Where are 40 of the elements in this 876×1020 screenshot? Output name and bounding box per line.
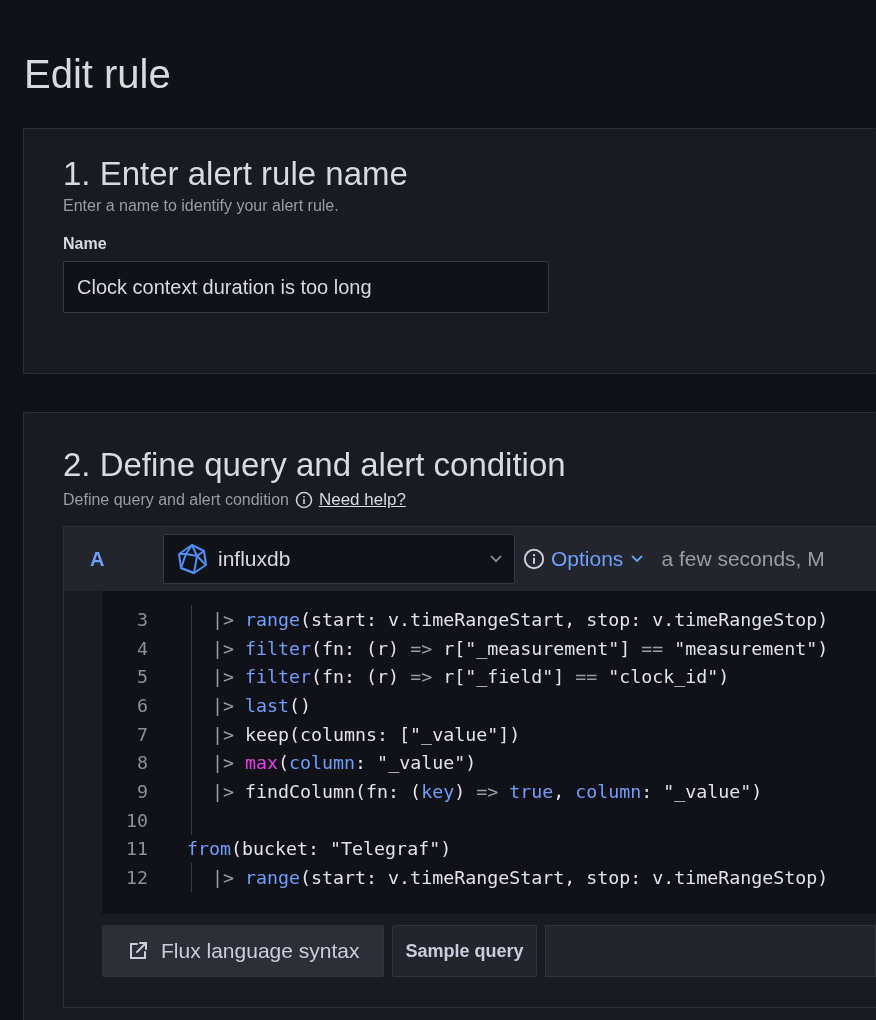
line-number: 10	[125, 809, 148, 831]
code-line: |> findColumn(fn: (key) => true, column: "_value")	[212, 780, 763, 802]
chevron-down-icon	[490, 555, 502, 563]
line-number: 11	[125, 838, 148, 860]
datasource-picker[interactable]: influxdb	[163, 534, 515, 584]
code-line: |> keep(columns: ["_value"])	[212, 723, 521, 745]
sample-query-button[interactable]: Sample query	[392, 925, 537, 977]
code-line: |> max(column: "_value")	[212, 752, 477, 774]
query-ref: A	[90, 547, 106, 571]
line-number: 8	[136, 752, 148, 774]
code-editor[interactable]	[102, 591, 876, 914]
chevron-down-icon	[631, 555, 644, 563]
name-field[interactable]: Clock context duration is too long	[63, 261, 549, 313]
polyhedron-icon	[176, 543, 208, 575]
line-number: 3	[136, 608, 148, 630]
external-link-icon	[127, 940, 149, 962]
page-title: Edit rule	[24, 51, 172, 98]
help-link[interactable]: Need help?	[318, 490, 406, 510]
code-line: |> range(start: v.timeRangeStart, stop: v.timeRangeStop)	[212, 867, 829, 889]
code-line: |> filter(fn: (r) => r["_measurement"] == "measurement")	[212, 637, 829, 659]
info-icon	[523, 548, 545, 570]
line-number: 7	[136, 723, 148, 745]
line-number: 9	[136, 780, 148, 802]
section-description: Define query and alert condition	[63, 491, 289, 509]
line-number: 6	[136, 694, 148, 716]
line-number: 5	[136, 666, 148, 688]
code-line: |> range(start: v.timeRangeStart, stop: v.timeRangeStop)	[212, 608, 829, 630]
section-title: 2. Define query and alert condition	[63, 445, 567, 485]
flux-syntax-button[interactable]: Flux language syntax	[102, 925, 385, 977]
line-number: 4	[136, 637, 148, 659]
field-label: Name	[63, 235, 108, 253]
code-line: |> filter(fn: (r) => r["_field"] == "clock_id")	[212, 666, 730, 688]
line-number: 12	[125, 867, 148, 889]
code-line: from(bucket: "Telegraf")	[187, 838, 452, 860]
section-description: Enter a name to identify your alert rule.	[63, 197, 340, 215]
section-title: 1. Enter alert rule name	[63, 154, 409, 194]
options-toggle[interactable]: Options	[551, 547, 644, 571]
options-summary: a few seconds, M	[661, 547, 825, 571]
code-line: |> last()	[212, 694, 312, 716]
info-icon	[294, 491, 313, 509]
